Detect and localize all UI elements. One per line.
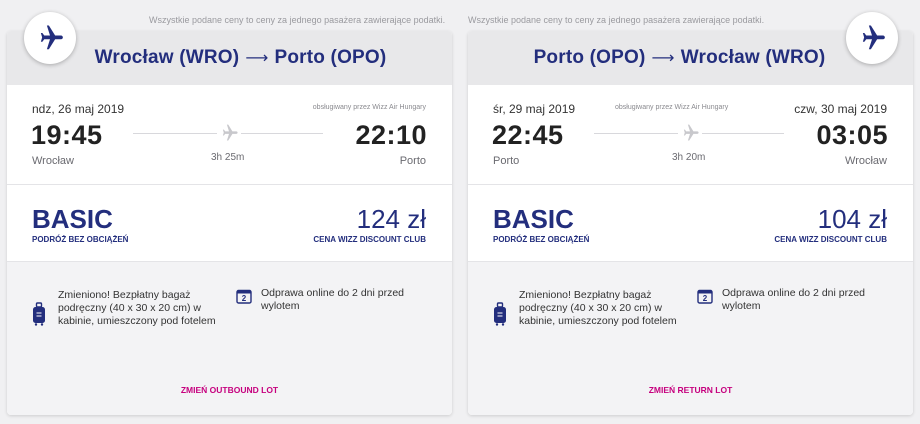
price-subtitle: CENA WIZZ DISCOUNT CLUB [774, 235, 887, 244]
route-title: Porto (OPO) ⟶ Wrocław (WRO) [534, 47, 848, 69]
price-notice: Wszystkie podane ceny to ceny za jednego… [468, 15, 765, 25]
plane-icon [217, 122, 241, 144]
fare-info: Zmieniono! Bezpłatny bagaż podręczny (40… [468, 262, 913, 415]
route-arrow-icon: ⟶ [245, 50, 269, 67]
route-arrow-icon: ⟶ [651, 50, 675, 67]
arrival-city: Porto [399, 155, 426, 167]
departure-city: Wrocław [32, 155, 74, 167]
return-flight-card: Porto (OPO) ⟶ Wrocław (WRO) śr, 29 maj 2… [468, 31, 913, 415]
fare-name: BASIC [493, 204, 574, 234]
arrival-city: Wrocław [845, 155, 887, 167]
route-origin: Porto (OPO) [533, 47, 646, 68]
arrival-time: 22:10 [355, 120, 427, 150]
price-subtitle: CENA WIZZ DISCOUNT CLUB [313, 235, 426, 244]
cabin-bag-icon [494, 302, 506, 326]
flight-times: ndz, 26 maj 2019 obsługiwany przez Wizz … [7, 85, 452, 185]
route-title: Wrocław (WRO) ⟶ Porto (OPO) [73, 47, 387, 69]
operator-label: obsługiwany przez Wizz Air Hungary [615, 104, 729, 111]
calendar-icon: 2 [236, 289, 252, 304]
change-return-button[interactable]: ZMIEŃ RETURN LOT [468, 385, 913, 395]
fare-price: 104 zł [817, 204, 887, 234]
calendar-icon-number: 2 [703, 294, 708, 303]
calendar-icon-number: 2 [242, 294, 247, 303]
fare-subtitle: PODRÓŻ BEZ OBCIĄŻEŃ [493, 235, 590, 244]
checkin-info: Odprawa online do 2 dni przed wylotem [722, 287, 866, 312]
plane-icon [678, 122, 702, 144]
cabin-bag-info: Zmieniono! Bezpłatny bagaż podręczny (40… [58, 289, 216, 327]
checkin-info: Odprawa online do 2 dni przed wylotem [261, 287, 405, 312]
route-origin: Wrocław (WRO) [94, 47, 240, 68]
fare-info: Zmieniono! Bezpłatny bagaż podręczny (40… [7, 262, 452, 415]
departure-time: 19:45 [31, 120, 103, 150]
departure-city: Porto [493, 155, 520, 167]
arrival-date: czw, 30 maj 2019 [794, 102, 887, 116]
outbound-flight-card: Wrocław (WRO) ⟶ Porto (OPO) ndz, 26 maj … [7, 31, 452, 415]
flight-duration: 3h 25m [211, 152, 245, 163]
departure-date: śr, 29 maj 2019 [493, 102, 576, 116]
change-outbound-button[interactable]: ZMIEŃ OUTBOUND LOT [7, 385, 452, 395]
route-destination: Wrocław (WRO) [680, 47, 826, 68]
fare-name: BASIC [32, 204, 113, 234]
fare-section: BASIC PODRÓŻ BEZ OBCIĄŻEŃ 124 zł CENA WI… [7, 185, 452, 262]
cabin-bag-info: Zmieniono! Bezpłatny bagaż podręczny (40… [519, 289, 677, 327]
cabin-bag-icon [33, 302, 45, 326]
departure-time: 22:45 [492, 120, 564, 150]
route-destination: Porto (OPO) [274, 47, 387, 68]
flight-duration: 3h 20m [672, 152, 706, 163]
plane-icon [24, 12, 76, 64]
departure-date: ndz, 26 maj 2019 [32, 102, 125, 116]
fare-subtitle: PODRÓŻ BEZ OBCIĄŻEŃ [32, 235, 129, 244]
operator-label: obsługiwany przez Wizz Air Hungary [312, 104, 426, 111]
calendar-icon: 2 [697, 289, 713, 304]
arrival-time: 03:05 [816, 120, 888, 150]
price-notice: Wszystkie podane ceny to ceny za jednego… [149, 15, 446, 25]
fare-price: 124 zł [356, 204, 426, 234]
fare-section: BASIC PODRÓŻ BEZ OBCIĄŻEŃ 104 zł CENA WI… [468, 185, 913, 262]
flight-times: śr, 29 maj 2019 obsługiwany przez Wizz A… [468, 85, 913, 185]
plane-icon [846, 12, 898, 64]
